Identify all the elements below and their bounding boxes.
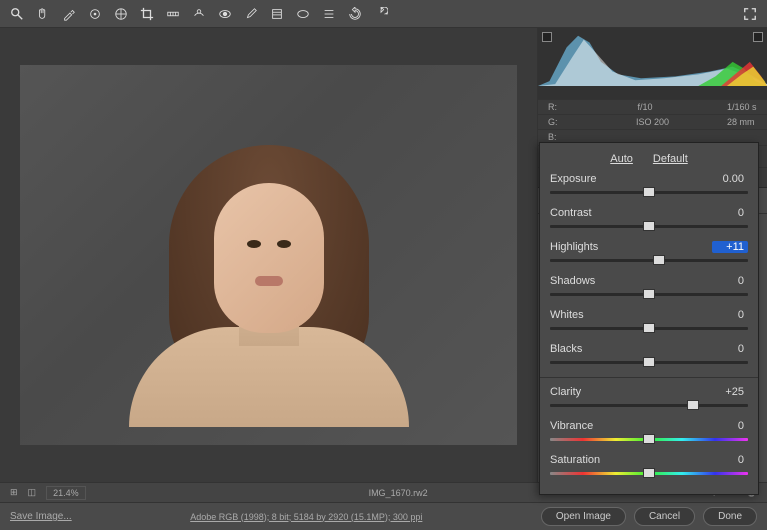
slider-label: Clarity xyxy=(550,386,581,398)
slider-label: Exposure xyxy=(550,173,596,185)
crop-tool-icon[interactable] xyxy=(138,5,156,23)
slider-thumb[interactable] xyxy=(643,221,655,231)
slider-value[interactable]: 0.00 xyxy=(712,173,748,185)
slider-label: Vibrance xyxy=(550,420,593,432)
exif-shutter: 1/160 s xyxy=(727,102,757,112)
adjustment-panel: Auto Default Exposure 0.00 Contrast 0 High… xyxy=(539,142,759,495)
eyedropper-icon[interactable] xyxy=(60,5,78,23)
slider-blacks: Blacks 0 xyxy=(550,343,748,367)
slider-clarity: Clarity +25 xyxy=(550,386,748,410)
brush-icon[interactable] xyxy=(242,5,260,23)
slider-vibrance: Vibrance 0 xyxy=(550,420,748,444)
slider-value[interactable]: 0 xyxy=(712,420,748,432)
slider-thumb[interactable] xyxy=(643,468,655,478)
highlight-clip-toggle[interactable] xyxy=(753,32,763,42)
slider-label: Shadows xyxy=(550,275,595,287)
slider-track[interactable] xyxy=(550,323,748,333)
slider-exposure: Exposure 0.00 xyxy=(550,173,748,197)
histogram[interactable] xyxy=(538,28,767,100)
slider-thumb[interactable] xyxy=(643,323,655,333)
exif-aperture: f/10 xyxy=(638,102,668,112)
zoom-level[interactable]: 21.4% xyxy=(46,486,86,500)
slider-value[interactable]: +25 xyxy=(712,386,748,398)
channel-g: G: xyxy=(548,117,578,127)
channel-b: B: xyxy=(548,132,578,142)
exif-row-2: G: ISO 200 28 mm xyxy=(538,115,767,130)
slider-whites: Whites 0 xyxy=(550,309,748,333)
slider-thumb[interactable] xyxy=(643,357,655,367)
redeye-icon[interactable] xyxy=(216,5,234,23)
gradient-icon[interactable] xyxy=(268,5,286,23)
slider-label: Contrast xyxy=(550,207,592,219)
radial-icon[interactable] xyxy=(294,5,312,23)
fullscreen-icon[interactable] xyxy=(741,5,759,23)
exif-iso: ISO 200 xyxy=(636,117,669,127)
slider-value[interactable]: +11 xyxy=(712,241,748,253)
presets-icon[interactable] xyxy=(320,5,338,23)
slider-contrast: Contrast 0 xyxy=(550,207,748,231)
slider-thumb[interactable] xyxy=(687,400,699,410)
slider-thumb[interactable] xyxy=(643,434,655,444)
target-adjust-icon[interactable] xyxy=(112,5,130,23)
hand-tool-icon[interactable] xyxy=(34,5,52,23)
exif-focal: 28 mm xyxy=(727,117,757,127)
workflow-link[interactable]: Adobe RGB (1998); 8 bit; 5184 by 2920 (1… xyxy=(80,512,533,522)
slider-value[interactable]: 0 xyxy=(712,275,748,287)
slider-saturation: Saturation 0 xyxy=(550,454,748,478)
color-sampler-icon[interactable] xyxy=(86,5,104,23)
rotate-ccw-icon[interactable] xyxy=(346,5,364,23)
slider-track[interactable] xyxy=(550,187,748,197)
auto-button[interactable]: Auto xyxy=(610,153,633,165)
slider-track[interactable] xyxy=(550,400,748,410)
shadow-clip-toggle[interactable] xyxy=(542,32,552,42)
slider-value[interactable]: 0 xyxy=(712,454,748,466)
slider-thumb[interactable] xyxy=(653,255,665,265)
open-image-button[interactable]: Open Image xyxy=(541,507,626,526)
grid-toggle-icon[interactable]: ⊞ xyxy=(10,487,18,498)
slider-label: Whites xyxy=(550,309,584,321)
image-canvas[interactable] xyxy=(0,28,537,482)
rotate-cw-icon[interactable] xyxy=(372,5,390,23)
slider-track[interactable] xyxy=(550,434,748,444)
slider-track[interactable] xyxy=(550,289,748,299)
slider-track[interactable] xyxy=(550,221,748,231)
default-button[interactable]: Default xyxy=(653,153,688,165)
slider-track[interactable] xyxy=(550,468,748,478)
cancel-button[interactable]: Cancel xyxy=(634,507,695,526)
straighten-icon[interactable] xyxy=(164,5,182,23)
slider-value[interactable]: 0 xyxy=(712,309,748,321)
slider-track[interactable] xyxy=(550,255,748,265)
spot-removal-icon[interactable] xyxy=(190,5,208,23)
slider-label: Saturation xyxy=(550,454,600,466)
done-button[interactable]: Done xyxy=(703,507,757,526)
preview-image xyxy=(20,65,517,445)
channel-r: R: xyxy=(548,102,578,112)
slider-highlights: Highlights +11 xyxy=(550,241,748,265)
slider-value[interactable]: 0 xyxy=(712,343,748,355)
slider-track[interactable] xyxy=(550,357,748,367)
exif-row-1: R: f/10 1/160 s xyxy=(538,100,767,115)
compare-icon[interactable]: ◫ xyxy=(28,487,37,498)
slider-value[interactable]: 0 xyxy=(712,207,748,219)
zoom-tool-icon[interactable] xyxy=(8,5,26,23)
slider-thumb[interactable] xyxy=(643,289,655,299)
bottom-bar: Save Image... Adobe RGB (1998); 8 bit; 5… xyxy=(0,502,767,530)
slider-label: Blacks xyxy=(550,343,582,355)
slider-thumb[interactable] xyxy=(643,187,655,197)
top-toolbar xyxy=(0,0,767,28)
slider-label: Highlights xyxy=(550,241,598,253)
save-image-button[interactable]: Save Image... xyxy=(10,511,72,522)
slider-shadows: Shadows 0 xyxy=(550,275,748,299)
